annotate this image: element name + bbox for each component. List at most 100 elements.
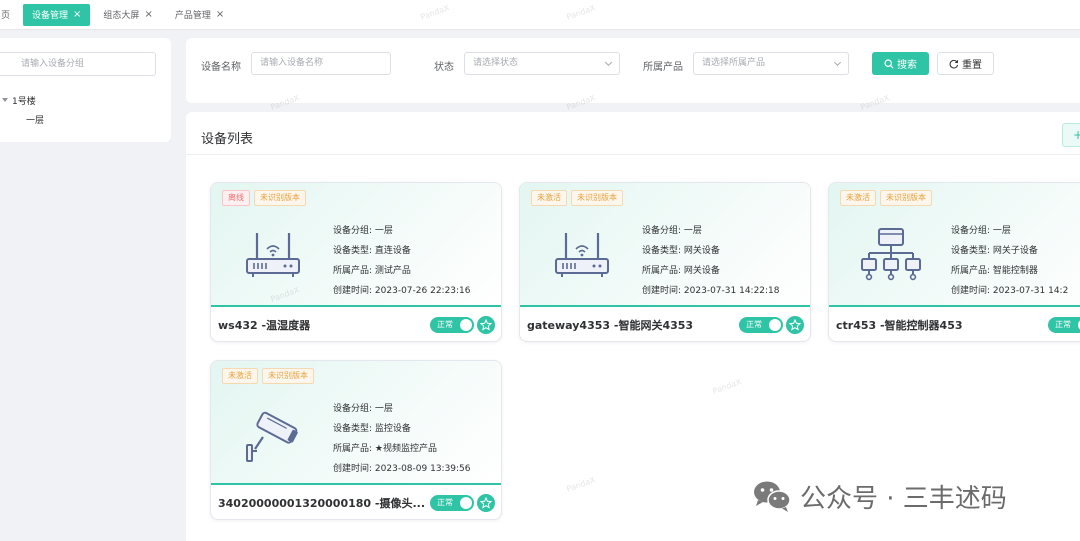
product-select[interactable]: 请选择所属产品 [693,52,849,75]
chevron-down-icon [604,58,613,67]
favorite-button[interactable] [477,316,495,334]
type-label: 设备类型: [642,246,682,256]
status-toggle[interactable]: 正常 [430,495,474,511]
device-name[interactable]: ws432 -温湿度器 [218,317,310,333]
close-icon[interactable]: × [144,9,152,20]
device-card[interactable]: 未激活 未识别版本 设备分组: 一层 设备类型: 网关设备 所属产品: 网关设备… [519,182,811,342]
product-value: ★视频监控产品 [374,444,437,454]
wechat-icon [754,481,791,512]
tab-device-management[interactable]: 设备管理 × [23,3,91,26]
status-badges: 未激活 未识别版本 [222,368,314,384]
tab-label: 设备管理 [32,11,69,21]
created-label: 创建时间: [333,286,373,296]
group-value: 一层 [683,226,702,236]
group-tree-panel: 请输入设备分组 1号楼 一层 [0,38,171,142]
version-badge: 未识别版本 [571,190,623,206]
close-icon[interactable]: × [216,9,224,20]
favorite-button[interactable] [477,494,495,512]
group-search-input[interactable]: 请输入设备分组 [0,52,156,76]
star-icon [480,497,492,509]
status-toggle-label: 正常 [746,320,762,329]
type-label: 设备类型: [333,424,373,434]
tab-home[interactable]: 页 [0,4,19,26]
status-select[interactable]: 请选择状态 [464,52,620,75]
status-badges: 离线 未识别版本 [222,190,306,206]
star-icon [789,319,801,331]
device-name[interactable]: ctr453 -智能控制器453 [836,317,963,333]
product-label: 所属产品: [951,266,991,276]
list-title: 设备列表 [201,132,254,147]
version-badge: 未识别版本 [254,190,306,206]
created-value: 2023-07-31 14:2 [992,286,1069,296]
wechat-account-name: 公众号 · 三丰述码 [800,483,1007,514]
type-label: 设备类型: [333,246,373,256]
group-value: 一层 [374,226,393,236]
device-info: 设备分组: 一层 设备类型: 监控设备 所属产品: ★视频监控产品 创建时间: … [333,399,471,479]
search-button[interactable]: 搜索 [872,52,929,75]
divider [186,154,1080,155]
router-icon [246,233,300,277]
version-badge: 未识别版本 [880,190,932,206]
network-topology-icon [861,228,921,281]
created-label: 创建时间: [333,464,373,474]
tab-bar: 页 设备管理 × 组态大屏 × 产品管理 × [0,0,1080,30]
group-label: 设备分组: [951,226,991,236]
status-toggle[interactable]: 正常 [739,317,783,333]
status-badges: 未激活 未识别版本 [531,190,623,206]
group-label: 设备分组: [333,226,373,236]
favorite-button[interactable] [786,316,804,334]
product-label: 所属产品: [333,444,373,454]
type-value: 直连设备 [374,246,411,256]
device-name[interactable]: 34020000001320000180 -摄像头... [218,495,425,511]
camera-icon [246,411,298,462]
device-info: 设备分组: 一层 设备类型: 直连设备 所属产品: 测试产品 创建时间: 202… [333,221,471,301]
status-badges: 未激活 未识别版本 [840,190,932,206]
type-label: 设备类型: [951,246,991,256]
product-value: 智能控制器 [992,266,1038,276]
tree-node-building[interactable]: 1号楼 [12,94,36,107]
device-name-input[interactable]: 请输入设备名称 [251,52,391,75]
product-label: 所属产品: [333,266,373,276]
wechat-watermark: 公众号 · 三丰述码 [752,478,1007,514]
chevron-down-icon [833,58,842,67]
tab-dashboard[interactable]: 组态大屏 × [94,4,161,26]
tree-node-floor[interactable]: 一层 [26,113,44,126]
group-label: 设备分组: [333,404,373,414]
reset-button[interactable]: 重置 [937,52,994,75]
product-value: 网关设备 [683,266,720,276]
device-card[interactable]: 未激活 未识别版本 设备分组: 一层 设备类型: 监控设备 所属产品: ★视频监… [210,360,502,520]
name-label: 设备名称 [201,62,241,73]
status-toggle[interactable]: 正常 [430,317,474,333]
inactive-badge: 未激活 [531,190,567,206]
product-label: 所属产品: [642,266,682,276]
close-icon[interactable]: × [73,9,81,20]
reset-button-label: 重置 [962,60,982,71]
filter-form: 设备名称 请输入设备名称 状态 请选择状态 所属产品 请选择所属产品 搜索 重置 [186,38,1080,103]
status-label: 状态 [434,62,454,73]
tab-label: 产品管理 [174,11,211,21]
product-placeholder: 请选择所属产品 [702,58,766,68]
created-value: 2023-07-26 22:23:16 [374,286,471,296]
created-value: 2023-07-31 14:22:18 [683,286,780,296]
created-label: 创建时间: [951,286,991,296]
product-label: 所属产品 [643,62,683,73]
refresh-icon [949,59,959,68]
group-value: 一层 [374,404,393,414]
search-button-label: 搜索 [897,60,917,71]
device-card[interactable]: 未激活 未识别版本 设备分组: 一层 设备类型: 网关子设备 所属产品: 智能控… [828,182,1080,342]
inactive-badge: 未激活 [840,190,876,206]
group-value: 一层 [992,226,1011,236]
device-card[interactable]: 离线 未识别版本 设备分组: 一层 设备类型: 直连设备 所属产品: 测试产品 … [210,182,502,342]
search-icon [884,58,894,69]
tab-label: 页 [1,11,11,21]
version-badge: 未识别版本 [262,368,314,384]
status-toggle[interactable]: 正常 [1048,317,1080,333]
device-name[interactable]: gateway4353 -智能网关4353 [527,317,693,333]
caret-down-icon[interactable] [2,98,8,102]
add-device-button[interactable]: + [1062,123,1080,147]
status-placeholder: 请选择状态 [473,58,519,68]
created-value: 2023-08-09 13:39:56 [374,464,471,474]
group-label: 设备分组: [642,226,682,236]
tab-product-management[interactable]: 产品管理 × [166,4,233,26]
type-value: 监控设备 [374,424,411,434]
